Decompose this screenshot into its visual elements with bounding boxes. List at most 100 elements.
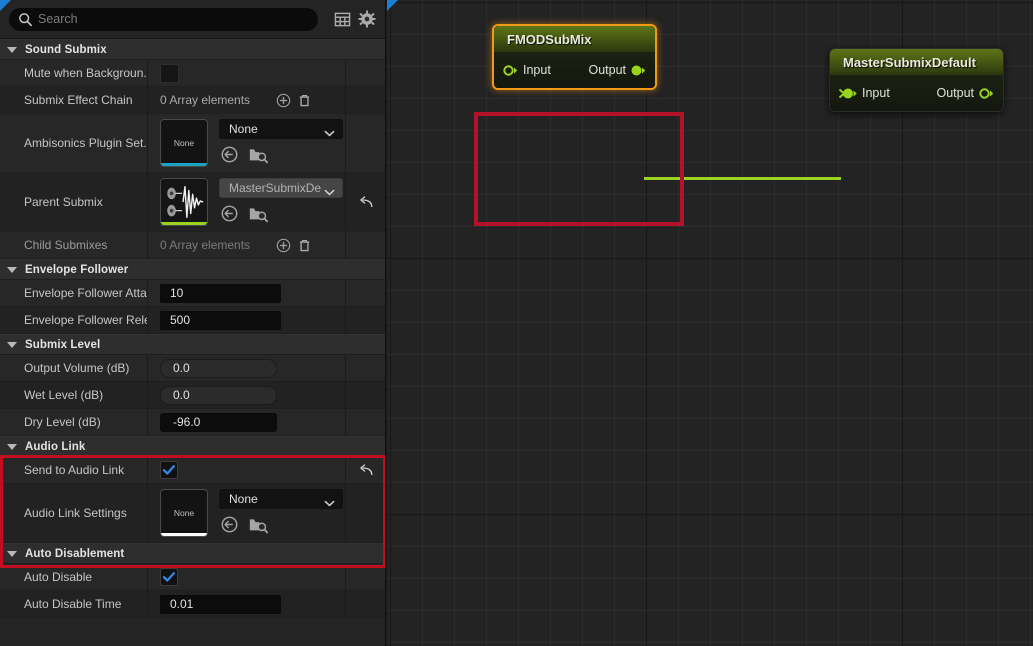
gear-icon[interactable] [357,9,377,29]
browse-to-asset-button[interactable] [220,204,239,223]
submix-graph-canvas[interactable]: FMODSubMix Input Output [387,0,1033,646]
fmod-node-highlight-annotation [474,112,684,226]
property-reset-slot [346,484,385,542]
table-icon[interactable] [332,9,352,29]
expander-triangle-icon[interactable] [7,47,17,53]
input-pin-fmod[interactable]: Input [503,63,551,77]
output-pin-label: Output [936,86,974,100]
expander-triangle-icon[interactable] [7,267,17,273]
number-input[interactable]: 0.0 [160,359,277,378]
expander-triangle-icon[interactable] [7,444,17,450]
property-reset-slot [346,280,385,306]
search-icon [18,12,33,27]
category-title: Auto Disablement [25,548,124,560]
property-value: 0 Array elements [148,87,346,113]
property-label: Envelope Follower Rele... [0,307,148,333]
property-value [148,60,346,86]
clear-array-button[interactable] [296,237,313,254]
category-header-audio-link[interactable]: Audio Link [0,436,385,457]
asset-type-bar [161,163,207,166]
find-in-content-browser-icon [248,145,268,164]
asset-type-bar [161,533,207,536]
browse-to-asset-icon [220,515,239,534]
asset-type-bar [161,222,207,225]
output-pin-fmod[interactable]: Output [588,63,646,77]
property-reset-slot [346,307,385,333]
expander-triangle-icon[interactable] [7,551,17,557]
number-input[interactable]: 0.0 [160,386,277,405]
node-title: FMODSubMix [507,32,592,47]
property-value: None None [148,484,346,542]
array-element-count: 0 Array elements [160,238,250,252]
search-box[interactable] [9,8,318,31]
property-row: Output Volume (dB)0.0 [0,355,385,382]
add-icon [276,238,291,253]
category-title: Submix Level [25,339,100,351]
browse-to-asset-button[interactable] [220,515,239,534]
property-reset-slot [346,114,385,172]
category-header-auto-disablement[interactable]: Auto Disablement [0,543,385,564]
node-header: MasterSubmixDefault [830,49,1003,75]
thumbnail-label: None [174,508,194,518]
category-header-submix-level[interactable]: Submix Level [0,334,385,355]
asset-picker: None None [160,114,343,172]
add-array-element-button[interactable] [275,92,292,109]
find-in-content-browser-icon [248,204,268,223]
property-value: 0 Array elements [148,232,346,258]
property-row: Mute when Backgroun... [0,60,385,87]
output-pin-label: Output [588,63,626,77]
property-reset-slot [346,87,385,113]
property-label: Mute when Backgroun... [0,60,148,86]
asset-dropdown[interactable]: None [219,489,343,509]
graph-node-master-submix-default[interactable]: MasterSubmixDefault Input Output [829,48,1004,112]
asset-dropdown[interactable]: None [219,119,343,139]
chevron-down-icon [324,496,335,503]
property-reset-slot [346,60,385,86]
connection-wire[interactable] [644,177,841,180]
property-reset-slot [346,591,385,617]
property-reset-slot [346,355,385,381]
expander-triangle-icon[interactable] [7,342,17,348]
category-header-sound-submix[interactable]: Sound Submix [0,39,385,60]
find-in-content-browser-button[interactable] [248,145,267,164]
asset-thumbnail[interactable]: None [160,119,208,167]
check-glyph [162,570,176,584]
chevron-down-icon [324,126,335,133]
asset-thumbnail[interactable]: None [160,489,208,537]
property-label: Ambisonics Plugin Set... [0,114,148,172]
find-in-content-browser-button[interactable] [248,515,267,534]
add-icon [276,93,291,108]
clear-array-button[interactable] [296,92,313,109]
property-reset-slot[interactable] [346,173,385,231]
asset-picker: MasterSubmixDe [160,173,343,231]
asset-thumbnail[interactable] [160,178,208,226]
category-title: Envelope Follower [25,264,128,276]
property-label: Submix Effect Chain [0,87,148,113]
asset-dropdown[interactable]: MasterSubmixDe [219,178,343,198]
property-label: Auto Disable [0,564,148,590]
category-header-envelope-follower[interactable]: Envelope Follower [0,259,385,280]
property-row: Wet Level (dB)0.0 [0,382,385,409]
property-value [148,564,346,590]
number-input[interactable]: -96.0 [160,413,277,432]
property-reset-slot[interactable] [346,457,385,483]
search-input[interactable] [38,9,317,30]
details-panel: Sound SubmixMute when Backgroun...Submix… [0,0,386,646]
pin-hollow-icon [503,64,518,77]
browse-to-asset-button[interactable] [220,145,239,164]
pin-filled-icon [631,64,646,77]
text-input[interactable]: 10 [160,284,281,303]
checkbox-checked[interactable] [160,568,178,586]
input-pin-master[interactable]: Input [839,86,890,100]
property-label: Dry Level (dB) [0,409,148,435]
thumbnail-label: None [174,138,194,148]
text-input[interactable]: 500 [160,311,281,330]
checkbox-checked[interactable] [160,461,178,479]
graph-node-fmod-submix[interactable]: FMODSubMix Input Output [492,24,657,90]
output-pin-master[interactable]: Output [936,86,994,100]
checkbox-unchecked[interactable] [160,64,179,83]
text-input[interactable]: 0.01 [160,595,281,614]
property-value: 10 [148,280,346,306]
add-array-element-button[interactable] [275,237,292,254]
find-in-content-browser-button[interactable] [248,204,267,223]
